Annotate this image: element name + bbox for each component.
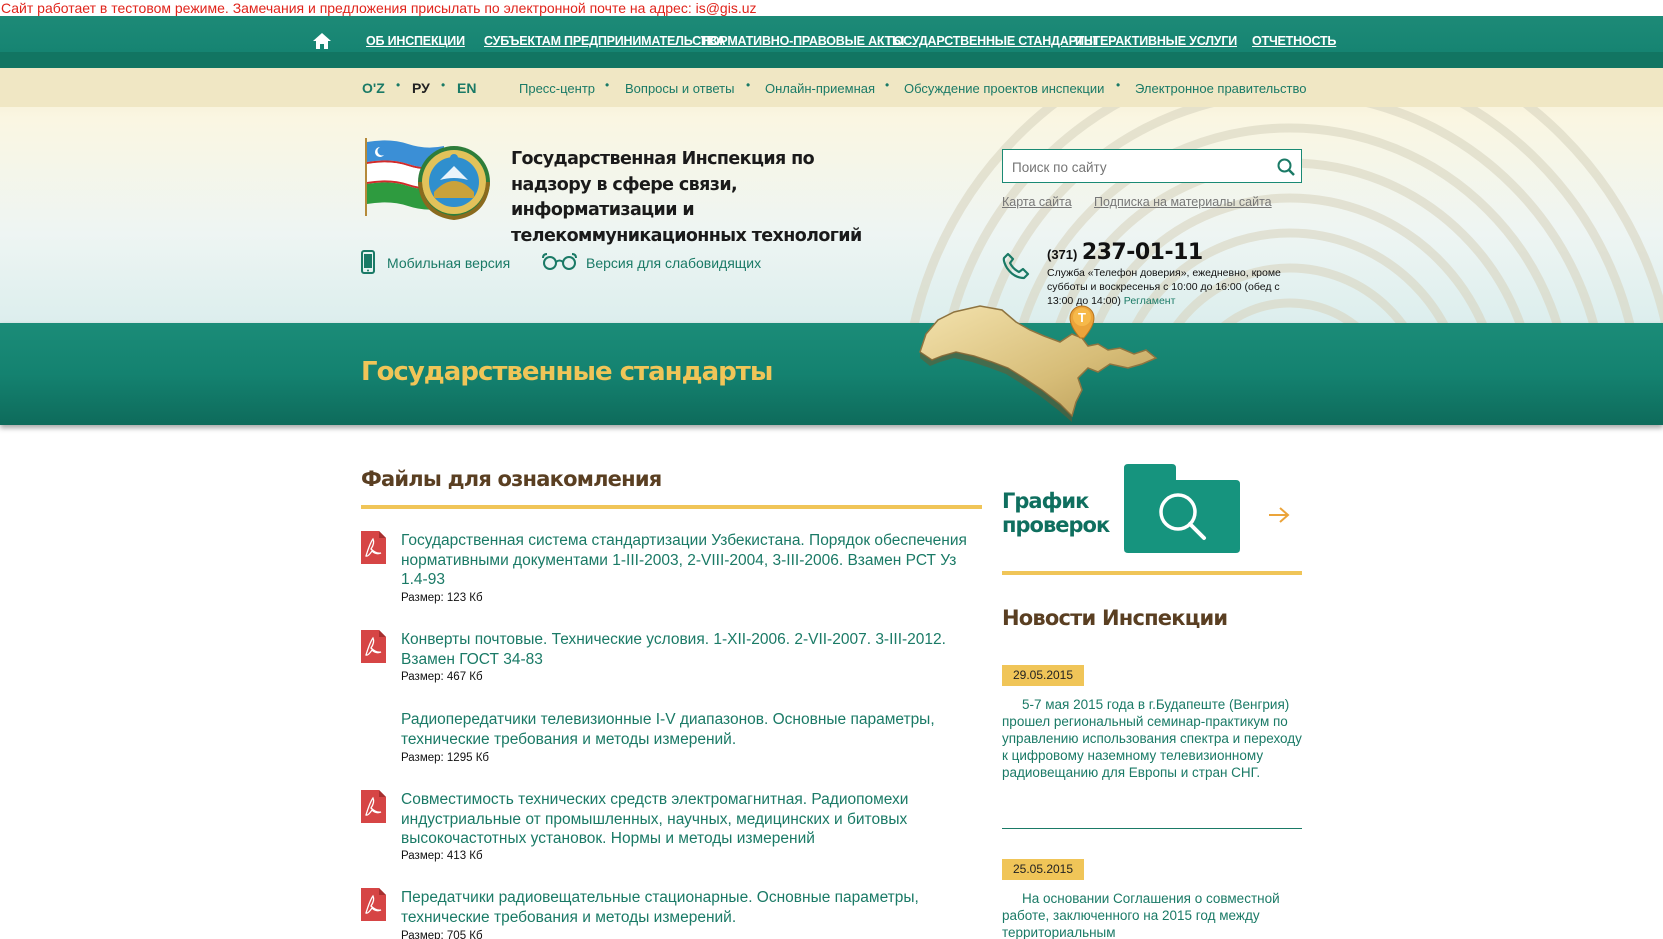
nav-about-inspection[interactable]: ОБ ИНСПЕКЦИИ bbox=[366, 34, 465, 48]
separator-dot: • bbox=[1116, 78, 1121, 92]
folder-search-icon[interactable] bbox=[1124, 464, 1240, 558]
glasses-icon bbox=[542, 253, 577, 270]
separator-dot: • bbox=[441, 78, 446, 92]
file-size: Размер: 413 Кб bbox=[401, 850, 483, 862]
map-shape bbox=[919, 305, 1158, 418]
main-nav: ОБ ИНСПЕКЦИИ СУБЪЕКТАМ ПРЕДПРИНИМАТЕЛЬСТ… bbox=[0, 16, 1663, 68]
pdf-icon[interactable] bbox=[361, 531, 386, 569]
news-item-text[interactable]: На основании Соглашения о совместной раб… bbox=[1002, 890, 1302, 939]
low-vision-link[interactable]: Версия для слабовидящих bbox=[541, 252, 761, 273]
site-logo[interactable] bbox=[360, 136, 492, 232]
sub-nav: O'Z • РУ • EN Пресс-центр • Вопросы и от… bbox=[0, 68, 1663, 107]
organization-title: Государственная Инспекция по надзору в с… bbox=[511, 149, 862, 246]
emblem-icon bbox=[418, 146, 490, 221]
search-input[interactable] bbox=[1012, 157, 1262, 177]
file-size: Размер: 1295 Кб bbox=[401, 752, 489, 764]
separator-dot: • bbox=[746, 78, 751, 92]
mobile-version-link[interactable]: Мобильная версия bbox=[361, 250, 510, 277]
search-icon[interactable] bbox=[1277, 158, 1295, 181]
separator-dot: • bbox=[605, 78, 610, 92]
nav-bottom-stripe bbox=[0, 52, 1663, 68]
news-divider bbox=[1002, 828, 1302, 829]
lang-uz[interactable]: O'Z bbox=[362, 80, 385, 96]
file-title[interactable]: Радиопередатчики телевизионные I-V диапа… bbox=[401, 710, 981, 749]
file-title[interactable]: Передатчики радиовещательные стационарны… bbox=[401, 888, 981, 927]
nav-reports[interactable]: ОТЧЕТНОСТЬ bbox=[1252, 34, 1336, 48]
pdf-icon[interactable] bbox=[361, 630, 386, 668]
test-mode-notice: Сайт работает в тестовом режиме. Замечан… bbox=[0, 0, 1663, 16]
lang-en[interactable]: EN bbox=[457, 80, 476, 96]
mobile-phone-icon bbox=[361, 250, 375, 274]
home-icon[interactable] bbox=[312, 32, 332, 50]
nav-state-standards[interactable]: ГОСУДАРСТВЕННЫЕ СТАНДАРТЫ bbox=[887, 34, 1096, 48]
page-banner: Государственные стандарты bbox=[0, 323, 1663, 425]
section-divider bbox=[1002, 571, 1302, 575]
file-size: Размер: 467 Кб bbox=[401, 671, 483, 683]
lang-ru[interactable]: РУ bbox=[412, 80, 430, 96]
news-item-text[interactable]: 5-7 мая 2015 года в г.Будапеште (Венгрия… bbox=[1002, 696, 1302, 781]
news-date-badge: 29.05.2015 bbox=[1002, 665, 1084, 686]
mobile-version-label: Мобильная версия bbox=[387, 255, 511, 271]
file-size: Размер: 123 Кб bbox=[401, 592, 483, 604]
file-title[interactable]: Совместимость технических средств электр… bbox=[401, 790, 981, 849]
link-e-government[interactable]: Электронное правительство bbox=[1135, 81, 1306, 96]
link-press-center[interactable]: Пресс-центр bbox=[519, 81, 595, 96]
separator-dot: • bbox=[885, 78, 890, 92]
files-section-title: Файлы для ознакомления bbox=[361, 467, 662, 491]
sitemap-link[interactable]: Карта сайта bbox=[1002, 195, 1072, 209]
news-date-badge: 25.05.2015 bbox=[1002, 859, 1084, 880]
uzbekistan-map: Т bbox=[919, 305, 1158, 422]
separator-dot: • bbox=[396, 78, 401, 92]
map-marker-icon: Т bbox=[1069, 305, 1095, 339]
nav-entrepreneurs[interactable]: СУБЪЕКТАМ ПРЕДПРИНИМАТЕЛЬСТВА bbox=[484, 34, 725, 48]
nav-interactive-services[interactable]: ИНТЕРАКТИВНЫЕ УСЛУГИ bbox=[1075, 34, 1237, 48]
file-title[interactable]: Государственная система стандартизации У… bbox=[401, 531, 981, 590]
file-title[interactable]: Конверты почтовые. Технические условия. … bbox=[401, 630, 981, 669]
page-title: Государственные стандарты bbox=[361, 357, 773, 387]
low-vision-label: Версия для слабовидящих bbox=[586, 255, 762, 271]
phone-icon bbox=[1002, 252, 1030, 285]
phone-code: (371) bbox=[1047, 247, 1078, 262]
phone-number[interactable]: 237-01-11 bbox=[1082, 240, 1203, 265]
nav-legal-acts[interactable]: НОРМАТИВНО-ПРАВОВЫЕ АКТЫ bbox=[701, 34, 904, 48]
pdf-icon[interactable] bbox=[361, 888, 386, 926]
link-online-reception[interactable]: Онлайн-приемная bbox=[765, 81, 875, 96]
arrow-right-icon[interactable] bbox=[1268, 507, 1290, 528]
section-divider bbox=[361, 505, 982, 509]
svg-text:Т: Т bbox=[1078, 310, 1086, 325]
site-search bbox=[1002, 149, 1302, 183]
news-section-title: Новости Инспекции bbox=[1002, 606, 1228, 630]
inspection-schedule-title[interactable]: График проверок bbox=[1002, 489, 1110, 537]
file-size: Размер: 705 Кб bbox=[401, 930, 483, 939]
subscribe-link[interactable]: Подписка на материалы сайта bbox=[1094, 195, 1272, 209]
link-project-discussion[interactable]: Обсуждение проектов инспекции bbox=[904, 81, 1104, 96]
link-faq[interactable]: Вопросы и ответы bbox=[625, 81, 734, 96]
pdf-icon[interactable] bbox=[361, 790, 386, 828]
